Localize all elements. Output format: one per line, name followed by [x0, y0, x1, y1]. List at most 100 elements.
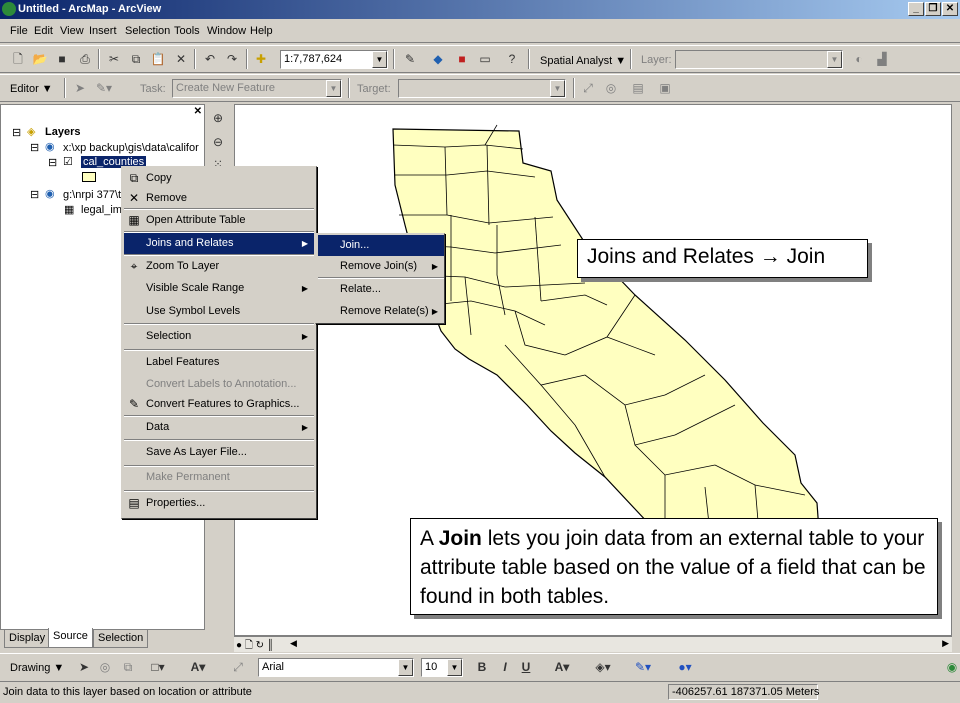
menu-item-properties[interactable]: ▤ Properties...: [124, 493, 314, 514]
arccatalog-icon[interactable]: ◆: [430, 51, 446, 67]
target-label: Target:: [357, 83, 391, 95]
chevron-down-icon[interactable]: ▼: [550, 80, 565, 97]
whats-this-icon[interactable]: ?: [504, 51, 520, 67]
toc-close-icon[interactable]: ✕: [194, 106, 202, 117]
menu-item-joins-and-relates[interactable]: Joins and Relates ▶: [124, 233, 314, 254]
target-combo[interactable]: ▼: [398, 79, 566, 98]
add-data-icon[interactable]: ✚: [253, 51, 269, 67]
undo-icon[interactable]: ↶: [202, 51, 218, 67]
map-vertical-scrollbar[interactable]: [952, 104, 960, 652]
spatial-analyst-menu[interactable]: Spatial Analyst ▼: [540, 55, 626, 67]
redo-icon[interactable]: ↷: [224, 51, 240, 67]
menu-item-data[interactable]: Data ▶: [124, 417, 314, 438]
chevron-down-icon[interactable]: ▼: [372, 51, 387, 68]
submenu-item-remove-relates[interactable]: Remove Relate(s) ▶: [318, 301, 444, 322]
status-bar: Join data to this layer based on locatio…: [0, 682, 960, 703]
tab-selection[interactable]: Selection: [93, 630, 149, 648]
copy-icon[interactable]: ⧉: [128, 51, 144, 67]
layer-symbol-swatch[interactable]: [82, 172, 96, 182]
menu-item-use-symbol-levels[interactable]: Use Symbol Levels: [124, 301, 314, 322]
submenu-arrow-icon: ▶: [301, 239, 308, 248]
menu-view[interactable]: View: [60, 25, 84, 37]
menu-item-visible-scale-range[interactable]: Visible Scale Range ▶: [124, 278, 314, 299]
contrast-icon: ◐: [855, 52, 863, 66]
font-color-icon[interactable]: A▾: [547, 659, 577, 675]
map-horizontal-scrollbar[interactable]: ● 🗋 ↻ ║ ◀ ▶: [234, 636, 952, 652]
marker-color-icon[interactable]: ●▾: [670, 659, 700, 675]
underline-button[interactable]: U: [518, 659, 534, 675]
layer-combo[interactable]: ▼: [675, 50, 843, 69]
scroll-left-icon[interactable]: ◀: [290, 638, 297, 649]
editor-toolbar-icon[interactable]: ✎: [402, 51, 418, 67]
command-line-icon[interactable]: ▭: [477, 51, 493, 67]
minimize-button[interactable]: _: [908, 2, 924, 16]
menu-insert[interactable]: Insert: [89, 25, 117, 37]
menu-selection[interactable]: Selection: [125, 25, 170, 37]
menu-help[interactable]: Help: [250, 25, 273, 37]
menu-item-label-features[interactable]: Label Features: [124, 352, 314, 373]
menu-bar: File Edit View Insert Selection Tools Wi…: [0, 19, 960, 43]
task-label: Task:: [140, 83, 166, 95]
tab-display[interactable]: Display: [4, 630, 51, 648]
fill-color-icon[interactable]: ◈▾: [588, 659, 618, 675]
chevron-down-icon[interactable]: ▼: [827, 51, 842, 68]
toc-source-path[interactable]: x:\xp backup\gis\data\califor: [63, 142, 203, 154]
arctoolbox-icon[interactable]: ■: [454, 51, 470, 67]
expand-toggle-icon[interactable]: ⊟: [48, 156, 57, 169]
submenu-item-relate[interactable]: Relate...: [318, 279, 444, 300]
text-tool-icon[interactable]: A▾: [190, 659, 206, 675]
zoom-in-icon[interactable]: ⊕: [210, 110, 226, 126]
expand-toggle-icon[interactable]: ⊟: [30, 141, 39, 154]
menu-item-remove[interactable]: ✕ Remove: [124, 188, 314, 209]
chevron-down-icon[interactable]: ▼: [447, 659, 462, 676]
expand-toggle-icon[interactable]: ⊟: [30, 188, 39, 201]
print-icon[interactable]: ⎙: [77, 51, 93, 67]
expand-toggle-icon[interactable]: ⊟: [12, 126, 21, 139]
menu-item-selection[interactable]: Selection ▶: [124, 326, 314, 347]
font-size-combo[interactable]: 10 ▼: [421, 658, 463, 677]
chevron-down-icon[interactable]: ▼: [326, 80, 341, 97]
font-name-combo[interactable]: Arial ▼: [258, 658, 414, 677]
drawing-menu[interactable]: Drawing ▼: [10, 662, 64, 674]
italic-button[interactable]: I: [497, 659, 513, 675]
submenu-item-remove-joins[interactable]: Remove Join(s) ▶: [318, 256, 444, 277]
select-elements-icon[interactable]: ➤: [76, 659, 92, 675]
toc-table-legal[interactable]: legal_imr: [81, 204, 126, 216]
scroll-right-icon[interactable]: ▶: [942, 638, 949, 649]
editor-menu[interactable]: Editor ▼: [10, 83, 53, 95]
properties-icon: ▤: [128, 496, 140, 510]
rectangle-tool-icon[interactable]: □▾: [150, 659, 166, 675]
bold-button[interactable]: B: [474, 659, 490, 675]
submenu-arrow-icon: ▶: [301, 423, 308, 432]
layer-visibility-checkbox[interactable]: ☑: [63, 155, 73, 168]
menu-item-save-as-layer-file[interactable]: Save As Layer File...: [124, 442, 314, 463]
paste-icon[interactable]: 📋: [150, 51, 166, 67]
menu-item-open-attribute-table[interactable]: ▦ Open Attribute Table: [124, 210, 314, 231]
open-folder-icon[interactable]: 📂: [32, 51, 48, 67]
task-combo[interactable]: Create New Feature ▼: [172, 79, 342, 98]
zoom-out-icon[interactable]: ⊖: [210, 134, 226, 150]
cut-icon[interactable]: ✂: [106, 51, 122, 67]
globe-icon[interactable]: ◉: [944, 659, 960, 675]
line-color-icon[interactable]: ✎▾: [628, 659, 658, 675]
menu-item-zoom-to-layer[interactable]: ⌖ Zoom To Layer: [124, 256, 314, 277]
toc-root-layers[interactable]: Layers: [45, 126, 80, 138]
split-icon: ⤢: [583, 81, 593, 95]
chevron-down-icon[interactable]: ▼: [398, 659, 413, 676]
map-scale-combo[interactable]: 1:7,787,624 ▼: [280, 50, 388, 69]
menu-item-convert-features[interactable]: ✎ Convert Features to Graphics...: [124, 394, 314, 415]
delete-icon[interactable]: ✕: [173, 51, 189, 67]
close-button[interactable]: ✕: [942, 2, 958, 16]
toc-source-path-2[interactable]: g:\nrpi 377\t: [63, 189, 121, 201]
menu-edit[interactable]: Edit: [34, 25, 53, 37]
menu-window[interactable]: Window: [207, 25, 246, 37]
new-document-icon[interactable]: 🗋: [10, 51, 26, 67]
callout-joins-and-relates: Joins and Relates → Join: [577, 239, 868, 278]
menu-item-copy[interactable]: ⧉ Copy: [124, 168, 314, 189]
menu-tools[interactable]: Tools: [174, 25, 200, 37]
menu-file[interactable]: File: [10, 25, 28, 37]
save-icon[interactable]: ■: [54, 51, 70, 67]
tab-source[interactable]: Source: [48, 628, 93, 648]
submenu-item-join[interactable]: Join...: [318, 235, 444, 256]
restore-button[interactable]: ❐: [925, 2, 941, 16]
